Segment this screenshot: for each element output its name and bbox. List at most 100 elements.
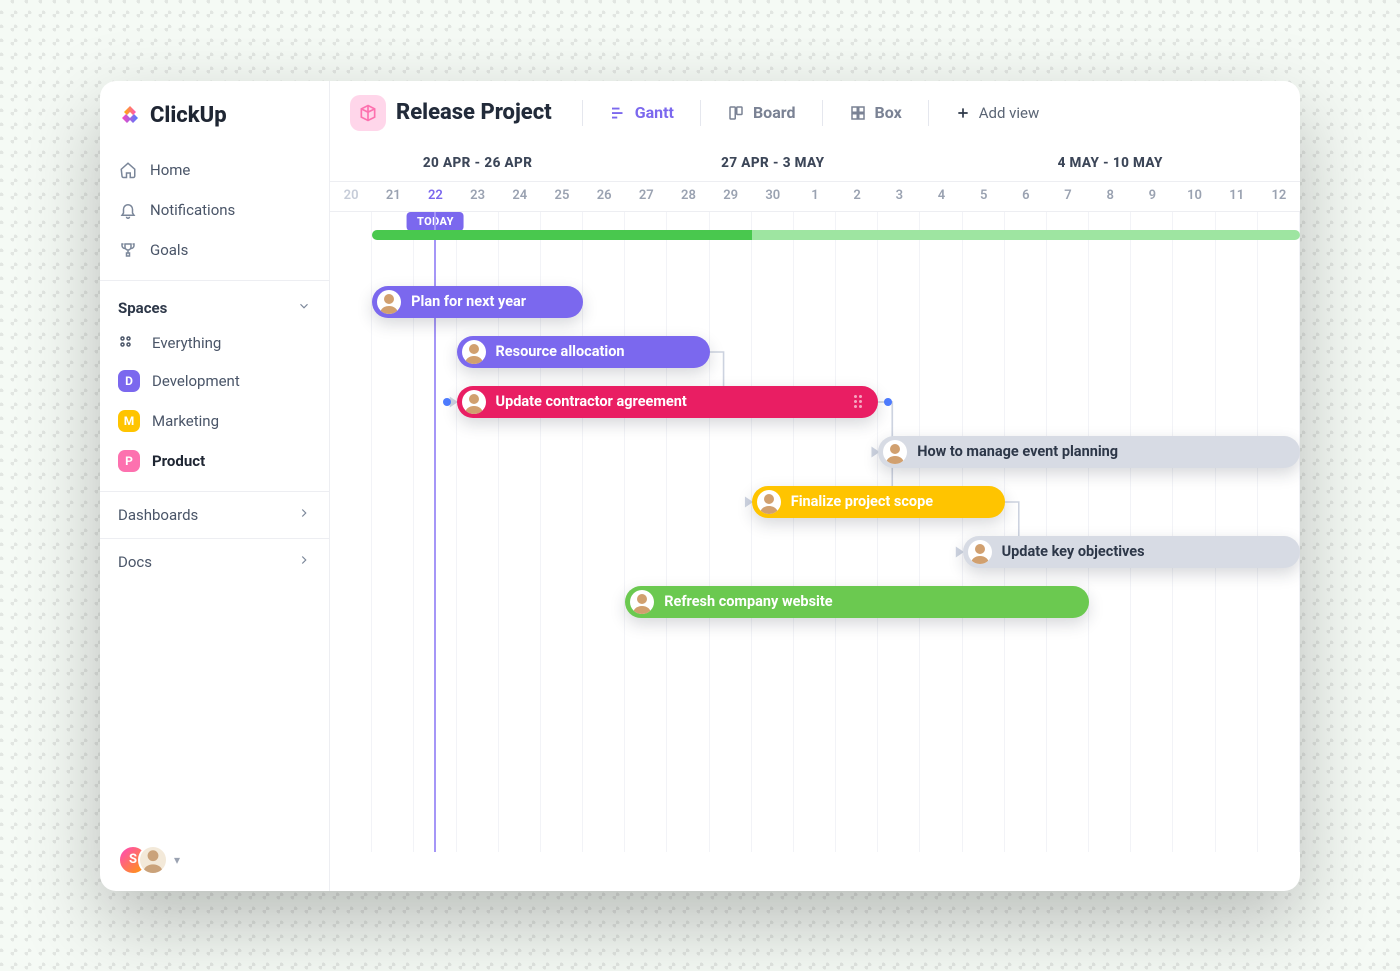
separator (582, 100, 583, 126)
task-label: Refresh company website (664, 593, 832, 610)
caret-down-icon[interactable]: ▾ (174, 853, 180, 867)
nav-home[interactable]: Home (100, 150, 329, 190)
add-view-button[interactable]: Add view (945, 98, 1050, 128)
sidebar: ClickUp Home Notifications Goals (100, 81, 330, 891)
chevron-right-icon (297, 506, 311, 524)
nav-primary: Home Notifications Goals (100, 146, 329, 274)
task-bar[interactable]: Finalize project scope (752, 486, 1005, 518)
task-label: Resource allocation (496, 343, 625, 360)
day-label: 3 (878, 182, 920, 211)
task-label: Finalize project scope (791, 493, 933, 510)
project-icon (350, 95, 386, 131)
brand-name: ClickUp (150, 103, 227, 128)
day-label: 29 (710, 182, 752, 211)
grid-dots-icon (118, 334, 140, 352)
task-label: Update key objectives (1002, 543, 1145, 560)
nav-goals[interactable]: Goals (100, 230, 329, 270)
timeline-days: 2021222324252627282930123456789101112 (330, 181, 1300, 211)
day-label: 26 (583, 182, 625, 211)
box-grid-icon (849, 104, 867, 122)
nav-notifications[interactable]: Notifications (100, 190, 329, 230)
day-label: 28 (667, 182, 709, 211)
separator (928, 100, 929, 126)
day-label: 2 (836, 182, 878, 211)
day-label: 10 (1173, 182, 1215, 211)
assignee-avatar (630, 590, 654, 614)
separator (822, 100, 823, 126)
gantt-icon (609, 104, 627, 122)
assignee-avatar (883, 440, 907, 464)
timeline-header: 20 APR - 26 APR27 APR - 3 MAY4 MAY - 10 … (330, 143, 1300, 212)
tab-box[interactable]: Box (839, 97, 912, 128)
space-badge-marketing: M (118, 410, 140, 432)
task-bar[interactable]: Resource allocation (457, 336, 710, 368)
day-label: 11 (1216, 182, 1258, 211)
link-dot[interactable] (443, 398, 451, 406)
space-development-label: Development (152, 372, 240, 390)
clickup-logo-icon (118, 103, 142, 127)
trophy-icon (118, 240, 138, 260)
space-product-label: Product (152, 452, 205, 470)
link-dot[interactable] (884, 398, 892, 406)
assignee-avatar (968, 540, 992, 564)
task-bar[interactable]: Update key objectives (963, 536, 1300, 568)
task-bar[interactable]: Update contractor agreement (457, 386, 879, 418)
nav-notifications-label: Notifications (150, 201, 235, 219)
project-title: Release Project (396, 100, 552, 125)
day-label: 9 (1131, 182, 1173, 211)
space-badge-product: P (118, 450, 140, 472)
task-label: Plan for next year (411, 293, 526, 310)
day-label: 22 (414, 182, 456, 211)
tab-gantt[interactable]: Gantt (599, 97, 684, 128)
chevron-right-icon (297, 553, 311, 571)
space-everything[interactable]: Everything (100, 325, 329, 361)
sidebar-footer: S ▾ (100, 829, 329, 891)
day-label: 6 (1005, 182, 1047, 211)
topbar: Release Project Gantt Board Box (330, 81, 1300, 143)
day-label: 30 (752, 182, 794, 211)
nav-home-label: Home (150, 161, 190, 179)
assignee-avatar (377, 290, 401, 314)
day-label: 21 (372, 182, 414, 211)
day-label: 24 (499, 182, 541, 211)
tab-board[interactable]: Board (717, 97, 806, 128)
assignee-avatar (462, 340, 486, 364)
drag-handle-icon[interactable] (854, 395, 862, 408)
space-everything-label: Everything (152, 334, 221, 352)
day-label: 5 (963, 182, 1005, 211)
timeline-weeks: 20 APR - 26 APR27 APR - 3 MAY4 MAY - 10 … (330, 143, 1300, 181)
timeline-body[interactable]: TODAYPlan for next yearResource allocati… (330, 212, 1300, 852)
task-label: How to manage event planning (917, 443, 1118, 460)
day-label: 25 (541, 182, 583, 211)
day-label: 27 (625, 182, 667, 211)
app-window: ClickUp Home Notifications Goals (100, 81, 1300, 891)
task-bar[interactable]: Refresh company website (625, 586, 1089, 618)
user-avatar-photo[interactable] (138, 845, 168, 875)
space-badge-development: D (118, 370, 140, 392)
progress-bar (372, 230, 1300, 240)
day-label: 1 (794, 182, 836, 211)
space-product[interactable]: P Product (100, 441, 329, 481)
spaces-header[interactable]: Spaces (100, 287, 329, 325)
day-label: 12 (1258, 182, 1300, 211)
brand-logo: ClickUp (100, 97, 329, 146)
task-bar[interactable]: Plan for next year (372, 286, 583, 318)
spaces-header-label: Spaces (118, 299, 167, 317)
space-marketing-label: Marketing (152, 412, 219, 430)
day-label: 4 (920, 182, 962, 211)
space-development[interactable]: D Development (100, 361, 329, 401)
tab-gantt-label: Gantt (635, 103, 674, 122)
task-bar[interactable]: How to manage event planning (878, 436, 1300, 468)
nav-dashboards-label: Dashboards (118, 506, 198, 524)
assignee-avatar (757, 490, 781, 514)
space-marketing[interactable]: M Marketing (100, 401, 329, 441)
nav-docs[interactable]: Docs (100, 538, 329, 585)
nav-dashboards[interactable]: Dashboards (100, 491, 329, 538)
home-icon (118, 160, 138, 180)
week-label: 27 APR - 3 MAY (625, 143, 920, 181)
tab-box-label: Box (875, 103, 902, 122)
divider (100, 280, 329, 281)
week-label: 4 MAY - 10 MAY (920, 143, 1300, 181)
plus-icon (955, 105, 971, 121)
nav-goals-label: Goals (150, 241, 188, 259)
